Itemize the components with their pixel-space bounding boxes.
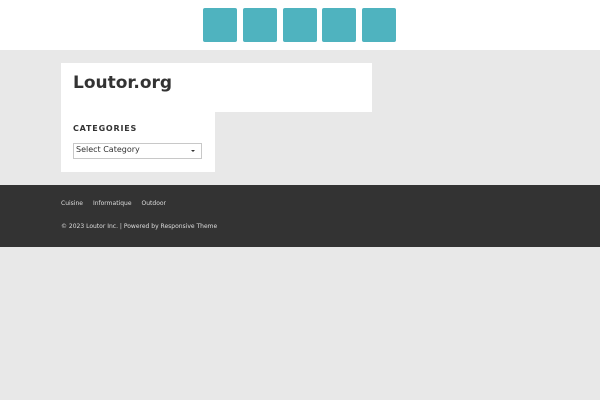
footer-separator: | — [119, 223, 122, 230]
header-tile-5[interactable] — [362, 8, 396, 42]
header-tile-4[interactable] — [322, 8, 356, 42]
header-tile-2[interactable] — [243, 8, 277, 42]
footer-link-informatique[interactable]: Informatique — [93, 200, 132, 207]
footer-copyright-line: © 2023 Loutor Inc. | Powered by Responsi… — [61, 223, 217, 230]
header-bar — [0, 0, 600, 50]
site-footer: Cuisine Informatique Outdoor © 2023 Lout… — [0, 185, 600, 247]
site-title[interactable]: Loutor.org — [73, 73, 172, 93]
footer-menu: Cuisine Informatique Outdoor — [61, 200, 166, 207]
categories-widget: CATEGORIES Select Category — [61, 112, 215, 172]
chevron-down-icon — [191, 150, 195, 152]
header-tile-3[interactable] — [283, 8, 317, 42]
category-select[interactable]: Select Category — [73, 143, 202, 159]
footer-link-cuisine[interactable]: Cuisine — [61, 200, 83, 207]
widget-title: CATEGORIES — [73, 124, 138, 133]
category-select-value: Select Category — [76, 145, 140, 154]
footer-link-outdoor[interactable]: Outdoor — [142, 200, 167, 207]
powered-by-link[interactable]: Powered by Responsive Theme — [124, 223, 217, 230]
site-header-card: Loutor.org — [61, 63, 372, 112]
header-tile-1[interactable] — [203, 8, 237, 42]
copyright-text: © 2023 Loutor Inc. — [61, 223, 118, 230]
